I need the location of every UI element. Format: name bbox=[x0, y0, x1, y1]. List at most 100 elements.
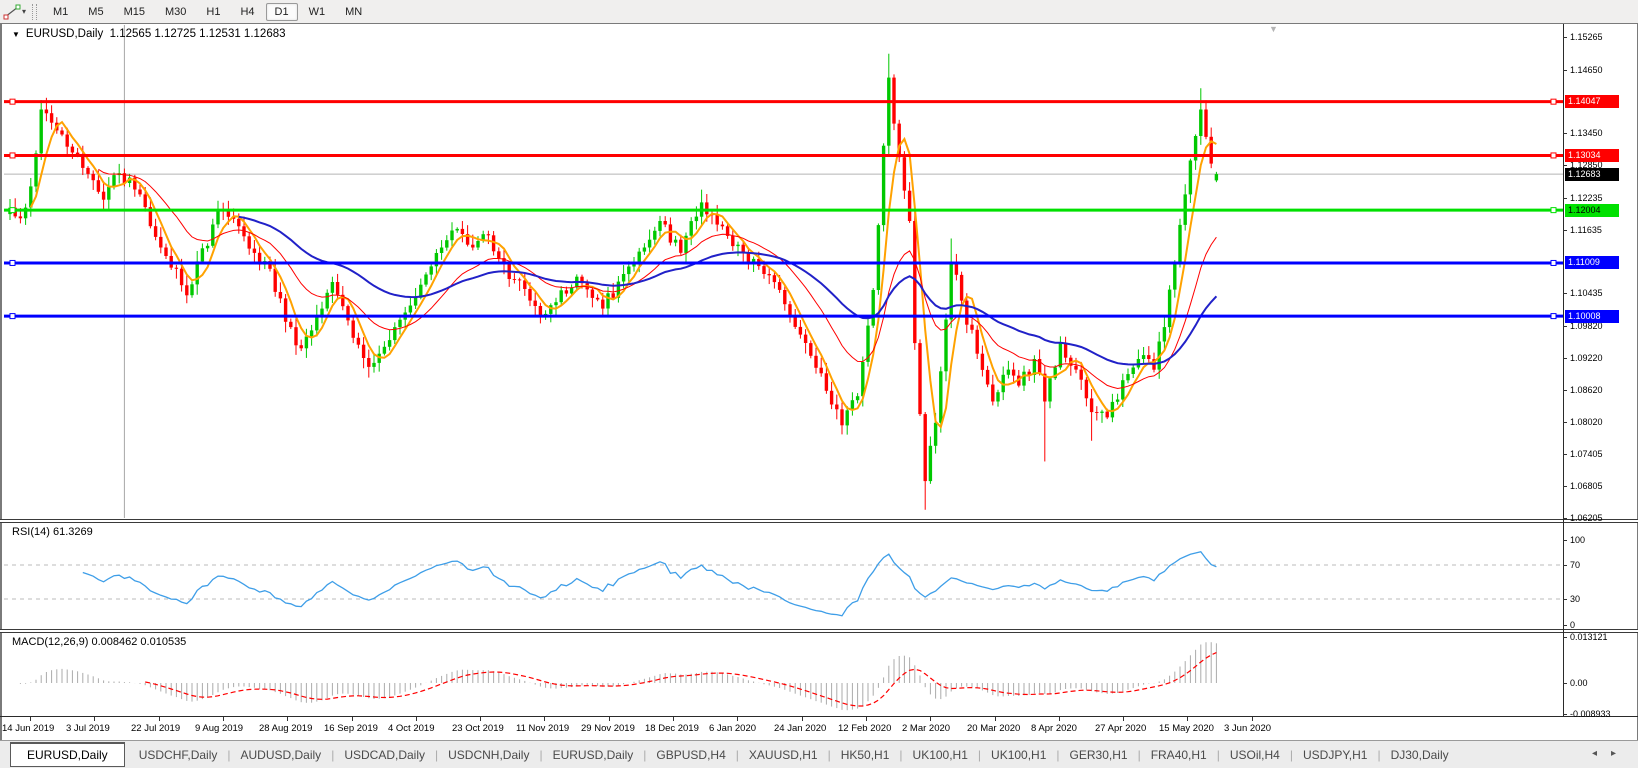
dropdown-arrow-icon[interactable]: ▾ bbox=[22, 7, 26, 16]
panel-separator-rsi[interactable] bbox=[0, 519, 1638, 523]
symbol-tab-audusd-daily[interactable]: AUDUSD,Daily bbox=[231, 744, 332, 766]
symbol-tab-hk50-h1[interactable]: HK50,H1 bbox=[831, 744, 900, 766]
date-tick bbox=[609, 717, 610, 721]
macd-tick-label: 0.00 bbox=[1570, 678, 1588, 688]
rsi-tick bbox=[1563, 540, 1567, 541]
chart-title: ▼ EURUSD,Daily 1.12565 1.12725 1.12531 1.… bbox=[12, 28, 286, 40]
price-tick-label: 1.12235 bbox=[1570, 193, 1603, 203]
date-tick bbox=[737, 717, 738, 721]
rsi-chart-canvas[interactable] bbox=[2, 521, 1563, 629]
timeframe-button-d1[interactable]: D1 bbox=[265, 2, 298, 21]
symbol-tab-eurusd-daily[interactable]: EURUSD,Daily bbox=[10, 742, 125, 767]
time-axis-line bbox=[0, 716, 1638, 717]
symbol-tab-gbpusd-h4[interactable]: GBPUSD,H4 bbox=[646, 744, 735, 766]
symbol-tab-usoil-h4[interactable]: USOil,H4 bbox=[1220, 744, 1290, 766]
symbol-tab-fra40-h1[interactable]: FRA40,H1 bbox=[1141, 744, 1217, 766]
symbol-tab-uk100-h1[interactable]: UK100,H1 bbox=[981, 744, 1056, 766]
chart-shift-marker[interactable]: ▼ bbox=[1269, 24, 1278, 34]
toolbar-grip[interactable] bbox=[32, 3, 38, 20]
price-tick bbox=[1563, 293, 1567, 294]
price-tick bbox=[1563, 326, 1567, 327]
date-label: 29 Nov 2019 bbox=[581, 723, 635, 734]
symbol-tab-usdcnh-daily[interactable]: USDCNH,Daily bbox=[438, 744, 539, 766]
collapse-arrow-icon[interactable]: ▼ bbox=[12, 30, 20, 39]
timeframe-toolbar: ▾ M1 M5 M15 M30 H1 H4 D1 W1 MN bbox=[0, 0, 1638, 24]
date-label: 12 Feb 2020 bbox=[838, 723, 892, 734]
price-tick bbox=[1563, 230, 1567, 231]
symbol-tab-usdjpy-h1[interactable]: USDJPY,H1 bbox=[1293, 744, 1377, 766]
date-label: 3 Jun 2020 bbox=[1224, 723, 1272, 734]
rsi-tick-label: 0 bbox=[1570, 620, 1576, 630]
drawing-tool-icon[interactable] bbox=[3, 4, 21, 20]
symbol-tab-eurusd-daily[interactable]: EURUSD,Daily bbox=[543, 744, 644, 766]
date-label: 3 Jul 2019 bbox=[66, 723, 110, 734]
timeframe-button-h1[interactable]: H1 bbox=[197, 3, 229, 21]
date-tick bbox=[223, 717, 224, 721]
chart-ohlc-values: 1.12565 1.12725 1.12531 1.12683 bbox=[109, 28, 286, 40]
price-axis-border bbox=[1563, 24, 1564, 716]
price-chart-canvas[interactable] bbox=[2, 24, 1563, 519]
symbol-tab-ger30-h1[interactable]: GER30,H1 bbox=[1060, 744, 1138, 766]
timeframe-button-mn[interactable]: MN bbox=[336, 3, 371, 21]
date-tick bbox=[30, 717, 31, 721]
price-tick bbox=[1563, 422, 1567, 423]
rsi-tick-label: 30 bbox=[1570, 594, 1581, 604]
price-tick-label: 1.06205 bbox=[1570, 513, 1603, 523]
date-label: 4 Oct 2019 bbox=[388, 723, 435, 734]
price-tick-label: 1.13450 bbox=[1570, 128, 1603, 138]
timeframe-button-m15[interactable]: M15 bbox=[115, 3, 154, 21]
price-tick-label: 1.15265 bbox=[1570, 32, 1603, 42]
timeframe-button-m30[interactable]: M30 bbox=[156, 3, 195, 21]
price-tick bbox=[1563, 165, 1567, 166]
price-tick-label: 1.06805 bbox=[1570, 481, 1603, 491]
date-label: 8 Apr 2020 bbox=[1031, 723, 1077, 734]
date-tick bbox=[673, 717, 674, 721]
date-tick bbox=[287, 717, 288, 721]
date-label: 23 Oct 2019 bbox=[452, 723, 504, 734]
symbol-tab-xauusd-h1[interactable]: XAUUSD,H1 bbox=[739, 744, 828, 766]
timeframe-button-w1[interactable]: W1 bbox=[300, 3, 335, 21]
date-tick bbox=[159, 717, 160, 721]
rsi-tick-label: 70 bbox=[1570, 560, 1581, 570]
price-tick bbox=[1563, 486, 1567, 487]
bid-price-label: 1.12683 bbox=[1565, 168, 1619, 181]
symbol-tab-usdcad-daily[interactable]: USDCAD,Daily bbox=[334, 744, 435, 766]
level-price-label: 1.13034 bbox=[1565, 149, 1619, 162]
price-tick-label: 1.09220 bbox=[1570, 353, 1603, 363]
date-label: 15 May 2020 bbox=[1159, 723, 1214, 734]
price-tick-label: 1.08020 bbox=[1570, 417, 1603, 427]
symbol-tabs: EURUSD,Daily USDCHF,Daily | AUDUSD,Daily | US… bbox=[10, 742, 1459, 767]
rsi-tick-label: 100 bbox=[1570, 535, 1586, 545]
macd-tick-label: -0.008933 bbox=[1570, 709, 1611, 719]
macd-chart-canvas[interactable] bbox=[2, 632, 1563, 716]
date-tick bbox=[480, 717, 481, 721]
price-tick bbox=[1563, 390, 1567, 391]
symbol-tab-uk100-h1[interactable]: UK100,H1 bbox=[903, 744, 978, 766]
date-label: 22 Jul 2019 bbox=[131, 723, 181, 734]
price-tick bbox=[1563, 37, 1567, 38]
rsi-tick bbox=[1563, 625, 1567, 626]
panel-separator-macd[interactable] bbox=[0, 629, 1638, 633]
timeframe-button-m5[interactable]: M5 bbox=[79, 3, 112, 21]
price-tick-label: 1.10435 bbox=[1570, 288, 1603, 298]
macd-name: MACD(12,26,9) bbox=[12, 636, 89, 648]
macd-values: 0.008462 0.010535 bbox=[91, 636, 187, 648]
date-tick bbox=[1252, 717, 1253, 721]
level-price-label: 1.12004 bbox=[1565, 204, 1619, 217]
date-label: 18 Dec 2019 bbox=[645, 723, 699, 734]
macd-tick bbox=[1563, 637, 1567, 638]
symbol-tab-usdchf-daily[interactable]: USDCHF,Daily bbox=[129, 744, 228, 766]
timeframe-button-m1[interactable]: M1 bbox=[44, 3, 77, 21]
tab-scroll-right-icon[interactable]: ▸ bbox=[1611, 748, 1630, 759]
timeframe-button-h4[interactable]: H4 bbox=[231, 3, 263, 21]
price-tick-label: 1.08620 bbox=[1570, 385, 1603, 395]
price-tick bbox=[1563, 358, 1567, 359]
rsi-label: RSI(14) 61.3269 bbox=[12, 526, 93, 538]
date-label: 14 Jun 2019 bbox=[2, 723, 55, 734]
macd-label: MACD(12,26,9) 0.008462 0.010535 bbox=[12, 636, 186, 648]
level-price-label: 1.10008 bbox=[1565, 310, 1619, 323]
symbol-tab-dj30-daily[interactable]: DJ30,Daily bbox=[1381, 744, 1459, 766]
tab-scroll-arrows[interactable]: ◂▸ bbox=[1592, 748, 1630, 759]
date-label: 27 Apr 2020 bbox=[1095, 723, 1147, 734]
tab-scroll-left-icon[interactable]: ◂ bbox=[1592, 748, 1611, 759]
